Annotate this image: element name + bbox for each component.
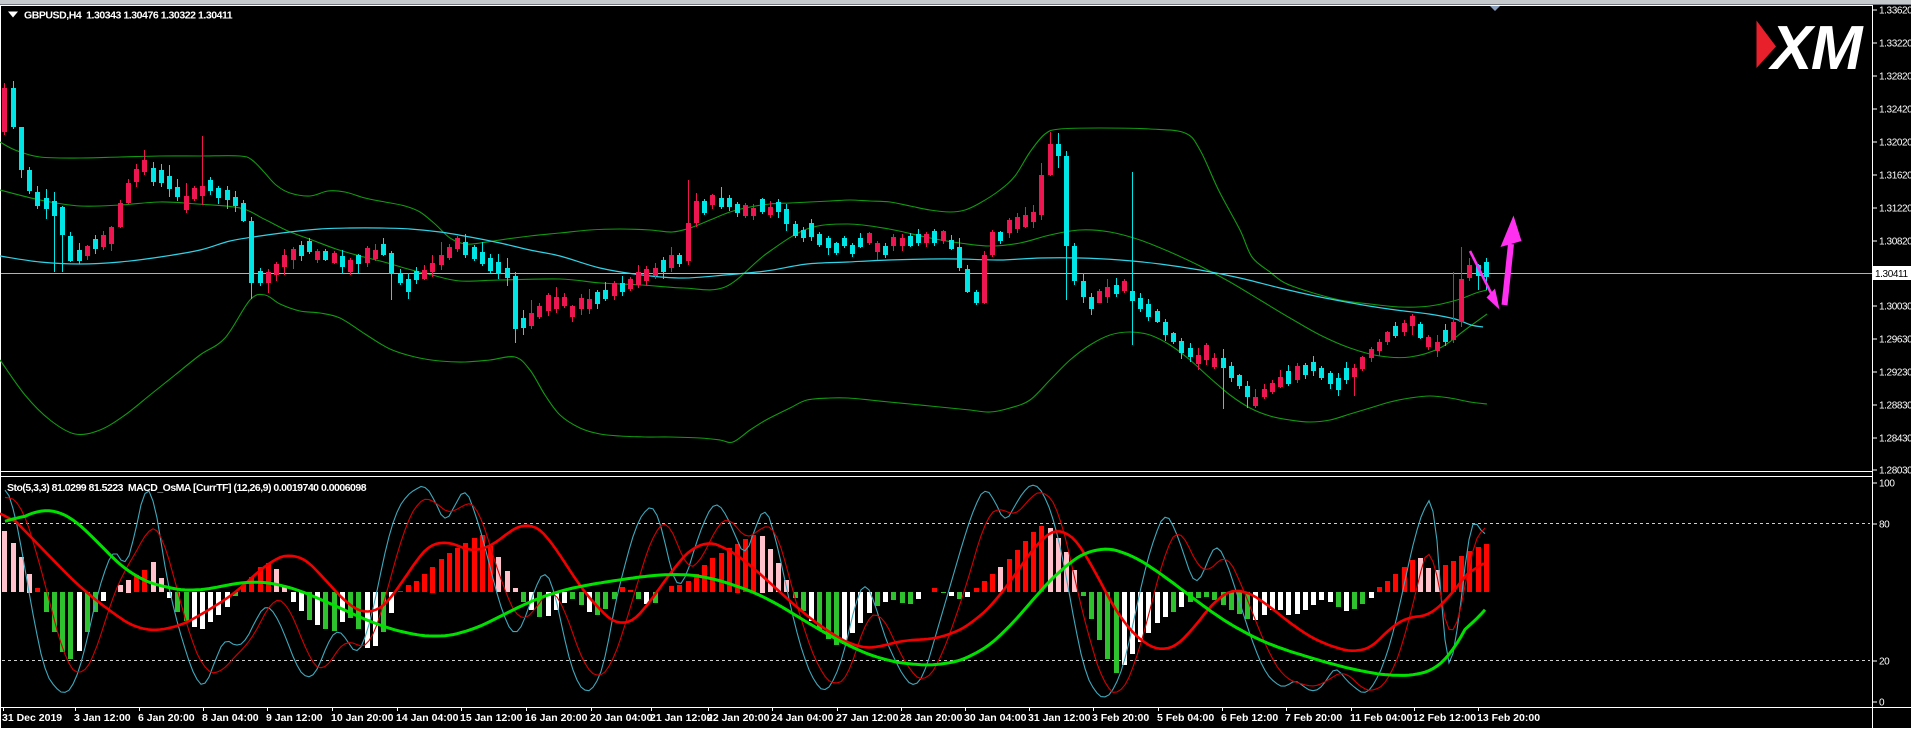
svg-text:20 Jan 04:00: 20 Jan 04:00 bbox=[590, 712, 653, 724]
svg-text:0: 0 bbox=[1879, 698, 1885, 709]
svg-text:31 Jan 12:00: 31 Jan 12:00 bbox=[1028, 712, 1091, 724]
svg-text:13 Feb 20:00: 13 Feb 20:00 bbox=[1477, 712, 1540, 724]
svg-text:21 Jan 12:00: 21 Jan 12:00 bbox=[650, 712, 713, 724]
svg-text:1.32820: 1.32820 bbox=[1879, 72, 1911, 83]
svg-text:20: 20 bbox=[1879, 657, 1890, 668]
svg-text:1.28030: 1.28030 bbox=[1879, 466, 1911, 477]
svg-text:1.31220: 1.31220 bbox=[1879, 204, 1911, 215]
svg-text:100: 100 bbox=[1879, 479, 1895, 490]
svg-text:22 Jan 20:00: 22 Jan 20:00 bbox=[707, 712, 770, 724]
svg-text:27 Jan 12:00: 27 Jan 12:00 bbox=[836, 712, 899, 724]
svg-text:80: 80 bbox=[1879, 520, 1890, 531]
svg-text:3 Feb 20:00: 3 Feb 20:00 bbox=[1092, 712, 1149, 724]
svg-text:6 Feb 12:00: 6 Feb 12:00 bbox=[1221, 712, 1278, 724]
svg-text:16 Jan 20:00: 16 Jan 20:00 bbox=[525, 712, 588, 724]
svg-text:1.33220: 1.33220 bbox=[1879, 39, 1911, 50]
svg-text:9 Jan 12:00: 9 Jan 12:00 bbox=[266, 712, 323, 724]
svg-text:1.28430: 1.28430 bbox=[1879, 434, 1911, 445]
svg-text:1.31620: 1.31620 bbox=[1879, 171, 1911, 182]
svg-text:1.32420: 1.32420 bbox=[1879, 105, 1911, 116]
svg-text:28 Jan 20:00: 28 Jan 20:00 bbox=[900, 712, 963, 724]
svg-text:1.29630: 1.29630 bbox=[1879, 335, 1911, 346]
svg-text:8 Jan 04:00: 8 Jan 04:00 bbox=[202, 712, 259, 724]
svg-text:1.30411: 1.30411 bbox=[1875, 269, 1908, 280]
svg-text:1.33620: 1.33620 bbox=[1879, 6, 1911, 17]
svg-text:1.32020: 1.32020 bbox=[1879, 138, 1911, 149]
svg-text:6 Jan 20:00: 6 Jan 20:00 bbox=[138, 712, 195, 724]
svg-text:24 Jan 04:00: 24 Jan 04:00 bbox=[771, 712, 834, 724]
svg-text:15 Jan 12:00: 15 Jan 12:00 bbox=[460, 712, 523, 724]
svg-text:30 Jan 04:00: 30 Jan 04:00 bbox=[964, 712, 1027, 724]
svg-text:1.28830: 1.28830 bbox=[1879, 401, 1911, 412]
svg-text:7 Feb 20:00: 7 Feb 20:00 bbox=[1285, 712, 1342, 724]
svg-text:5 Feb 04:00: 5 Feb 04:00 bbox=[1157, 712, 1214, 724]
svg-text:12 Feb 12:00: 12 Feb 12:00 bbox=[1413, 712, 1476, 724]
svg-text:3 Jan 12:00: 3 Jan 12:00 bbox=[74, 712, 131, 724]
svg-text:1.30030: 1.30030 bbox=[1879, 302, 1911, 313]
svg-text:10 Jan 20:00: 10 Jan 20:00 bbox=[331, 712, 394, 724]
svg-text:1.29230: 1.29230 bbox=[1879, 368, 1911, 379]
svg-text:GBPUSD,H4 1.30343 1.30476 1.3: GBPUSD,H4 1.30343 1.30476 1.30322 1.3041… bbox=[24, 10, 233, 22]
svg-text:1.30820: 1.30820 bbox=[1879, 237, 1911, 248]
svg-text:Sto(5,3,3) 81.0299 81.5223 MA: Sto(5,3,3) 81.0299 81.5223 MACD_OsMA [Cu… bbox=[7, 482, 367, 494]
svg-text:31 Dec 2019: 31 Dec 2019 bbox=[2, 712, 62, 724]
svg-text:XM: XM bbox=[1768, 14, 1864, 83]
svg-text:11 Feb 04:00: 11 Feb 04:00 bbox=[1350, 712, 1413, 724]
svg-text:14 Jan 04:00: 14 Jan 04:00 bbox=[396, 712, 459, 724]
